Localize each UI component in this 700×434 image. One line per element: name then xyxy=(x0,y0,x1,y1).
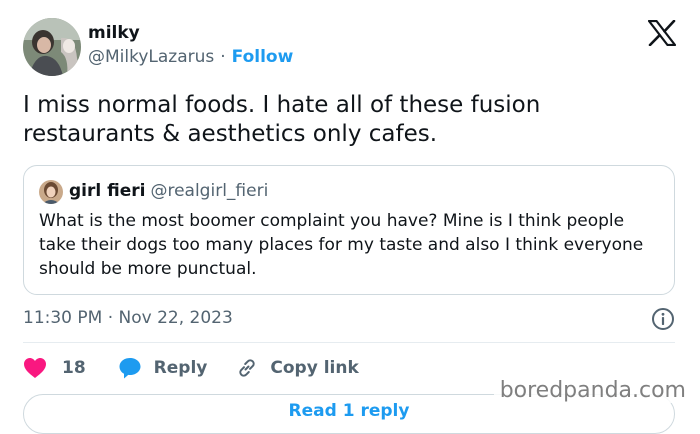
quote-handle: @realgirl_fieri xyxy=(150,181,269,201)
separator-dot: · xyxy=(220,47,226,67)
like-count: 18 xyxy=(62,358,86,378)
quote-display-name: girl fieri xyxy=(69,181,146,201)
info-icon[interactable] xyxy=(651,307,675,331)
handle[interactable]: @MilkyLazarus xyxy=(88,47,214,67)
reply-bubble-icon xyxy=(119,358,141,379)
divider xyxy=(23,342,675,343)
display-name[interactable]: milky xyxy=(88,22,140,44)
handle-line: @MilkyLazarus · Follow xyxy=(88,46,293,68)
copy-link-label: Copy link xyxy=(270,358,359,378)
tweet-text: I miss normal foods. I hate all of these… xyxy=(23,92,541,147)
read-replies-label: Read 1 reply xyxy=(288,401,410,421)
link-icon xyxy=(239,359,255,377)
reply-label: Reply xyxy=(153,358,208,378)
like-button[interactable]: 18 xyxy=(23,357,86,379)
x-logo-icon[interactable] xyxy=(648,20,676,46)
avatar[interactable] xyxy=(23,18,81,76)
follow-button[interactable]: Follow xyxy=(232,47,294,67)
timestamp[interactable]: 11:30 PM · Nov 22, 2023 xyxy=(23,306,233,330)
quote-name-line: girl fieri @realgirl_fieri xyxy=(69,180,268,202)
heart-icon xyxy=(24,358,46,378)
copy-link-button[interactable]: Copy link xyxy=(235,356,359,380)
reply-button[interactable]: Reply xyxy=(118,356,208,380)
action-bar: 18 Reply Copy link xyxy=(23,354,359,382)
watermark: boredpanda.com xyxy=(493,379,686,403)
quote-avatar xyxy=(39,180,63,204)
quote-text: What is the most boomer complaint you ha… xyxy=(39,211,644,279)
quoted-tweet-card[interactable]: girl fieri @realgirl_fieri What is the mo… xyxy=(23,165,675,295)
